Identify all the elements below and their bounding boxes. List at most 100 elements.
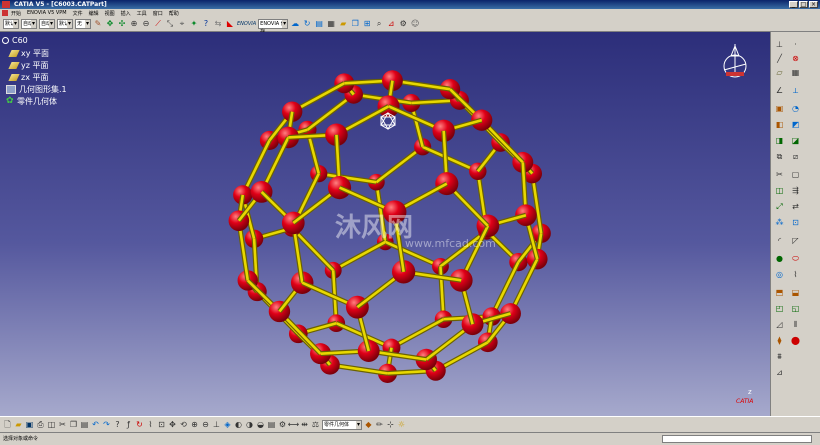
redo-icon[interactable]: ↷ [102,420,111,429]
measure-item-icon[interactable]: ⇹ [300,420,309,429]
symmetry-icon[interactable]: ⇄ [791,202,800,211]
line-icon[interactable]: ╱ [775,54,784,63]
tree-item-zx-plane[interactable]: zx 平面 [8,72,48,83]
normal-icon[interactable]: ⊥ [212,420,221,429]
help-icon[interactable]: ? [201,19,211,29]
delete-icon[interactable]: ⊗ [791,54,800,63]
swap-space-icon[interactable]: ◒ [256,420,265,429]
update-icon[interactable]: ↻ [135,420,144,429]
boolean-icon[interactable]: ⧫ [775,336,784,345]
brush-icon[interactable]: ✎ [93,19,103,29]
menu-view[interactable]: 视图 [105,10,115,17]
rotate-icon[interactable]: ✣ [117,19,127,29]
paste-icon[interactable]: ▤ [80,420,89,429]
transparency-combo[interactable]: 自动 [21,19,37,29]
zoom-in-view-icon[interactable]: ⊕ [190,420,199,429]
sphere-icon[interactable]: ● [775,254,784,263]
scale-icon[interactable]: ⤢ [775,202,784,211]
refresh-icon[interactable]: ↻ [302,19,312,29]
formula-icon[interactable]: ƒ [124,420,133,429]
undo-icon[interactable]: ↶ [91,420,100,429]
remove-icon[interactable]: ⬤ [791,336,800,345]
current-body-combo[interactable]: 零件几何体 [322,419,362,430]
open-icon[interactable]: ▰ [14,420,23,429]
extrude-icon[interactable]: ▣ [775,104,784,113]
close-button[interactable]: × [809,1,818,8]
trim-icon[interactable]: ✂ [775,170,784,179]
layer-combo[interactable]: 无 [75,19,91,29]
iso-view-icon[interactable]: ◈ [223,420,232,429]
axis-tool-icon[interactable]: ⟂ [791,86,800,95]
pad-icon[interactable]: ⬒ [775,288,784,297]
search-icon[interactable]: ⌕ [374,19,384,29]
maximize-button[interactable]: □ [799,1,808,8]
analysis-icon[interactable]: ⚙ [398,19,408,29]
thread-icon[interactable]: ⩩ [775,352,784,361]
measure-icon[interactable]: ⤡ [165,19,175,29]
lineweight-combo[interactable]: 自动 [39,19,55,29]
tree-item-geometrical-set[interactable]: 几何图形集.1 [6,84,67,95]
shading-icon[interactable]: ◐ [234,420,243,429]
sketch-icon[interactable]: ⊥ [775,40,784,49]
tree-item-yz-plane[interactable]: yz 平面 [8,60,48,71]
sketcher-icon[interactable]: ✏ [375,420,384,429]
measure-between-icon[interactable]: ⟷ [288,420,299,429]
thickness-icon[interactable]: ◱ [791,304,800,313]
pan-view-icon[interactable]: ✥ [168,420,177,429]
rotate-view-icon[interactable]: ⟲ [179,420,188,429]
menu-help[interactable]: 帮助 [169,10,179,17]
zoom-out-icon[interactable]: ⊖ [141,19,151,29]
print-icon[interactable]: ⎙ [36,420,45,429]
copy-icon[interactable]: ❐ [69,420,78,429]
constraint-icon[interactable]: ⊿ [775,368,784,377]
color-combo[interactable]: 默认 [3,19,19,29]
menu-file[interactable]: 文件 [73,10,83,17]
chart-icon[interactable]: ⊿ [386,19,396,29]
compass-icon[interactable] [720,42,750,84]
work-object-icon[interactable]: ▤ [267,420,276,429]
zoom-in-icon[interactable]: ⊕ [129,19,139,29]
swap-icon[interactable]: ⇆ [213,19,223,29]
pocket-icon[interactable]: ⬓ [791,288,800,297]
hide-show-icon[interactable]: ◑ [245,420,254,429]
menu-window[interactable]: 窗口 [153,10,163,17]
table-icon[interactable]: ▦ [326,19,336,29]
boundary-icon[interactable]: ▢ [791,170,800,179]
pattern-icon[interactable]: ⁂ [775,218,784,227]
inertia-icon[interactable]: ⚖ [311,420,320,429]
offset-icon[interactable]: ◫ [775,186,784,195]
quick-view-icon[interactable]: ◫ [47,420,56,429]
apply-material-icon[interactable]: ◆ [364,420,373,429]
fit-all-icon[interactable]: ⊡ [157,420,166,429]
catalog-icon[interactable]: ▤ [314,19,324,29]
save-icon[interactable]: ▣ [25,420,34,429]
3d-viewport[interactable]: C60 xy 平面 yz 平面 zx 平面 几何图形集.1 ✿ 零件几何体 沐风… [0,32,770,416]
draft-icon[interactable]: ◿ [775,320,784,329]
menu-tools[interactable]: 工具 [137,10,147,17]
angle-icon[interactable]: ∠ [775,86,784,95]
menu-enovia[interactable]: ENOVIA V5 VPM [27,10,67,16]
parts-body-icon[interactable]: ⚙ [278,420,287,429]
folder-icon[interactable]: ▰ [338,19,348,29]
plane-tool-icon[interactable]: ▱ [775,68,784,77]
rib-icon[interactable]: ⌇ [791,270,800,279]
cut-icon[interactable]: ✂ [58,420,67,429]
cylinder-icon[interactable]: ⬭ [791,254,800,263]
enovia-save-button[interactable]: ENOVIA 保存 [258,19,289,35]
command-input[interactable] [662,435,812,443]
split-icon[interactable]: ⧄ [791,152,800,161]
cloud-icon[interactable]: ☁ [290,19,300,29]
linetype-combo[interactable]: 默认 [57,19,73,29]
sweep-icon[interactable]: ◧ [775,120,784,129]
enovia-icon[interactable]: ◣ [225,19,235,29]
hierarchy-icon[interactable]: ⊞ [362,19,372,29]
snap-icon[interactable]: ⌖ [177,19,187,29]
new-icon[interactable]: 🗋 [3,420,12,429]
loft-icon[interactable]: ◩ [791,120,800,129]
tree-root[interactable]: C60 [2,36,28,45]
mirror-icon[interactable]: ⫴ [791,320,800,329]
join-icon[interactable]: ⧉ [775,152,784,161]
blend-icon[interactable]: ◪ [791,136,800,145]
light-icon[interactable]: ☼ [397,420,406,429]
menu-edit[interactable]: 编辑 [89,10,99,17]
